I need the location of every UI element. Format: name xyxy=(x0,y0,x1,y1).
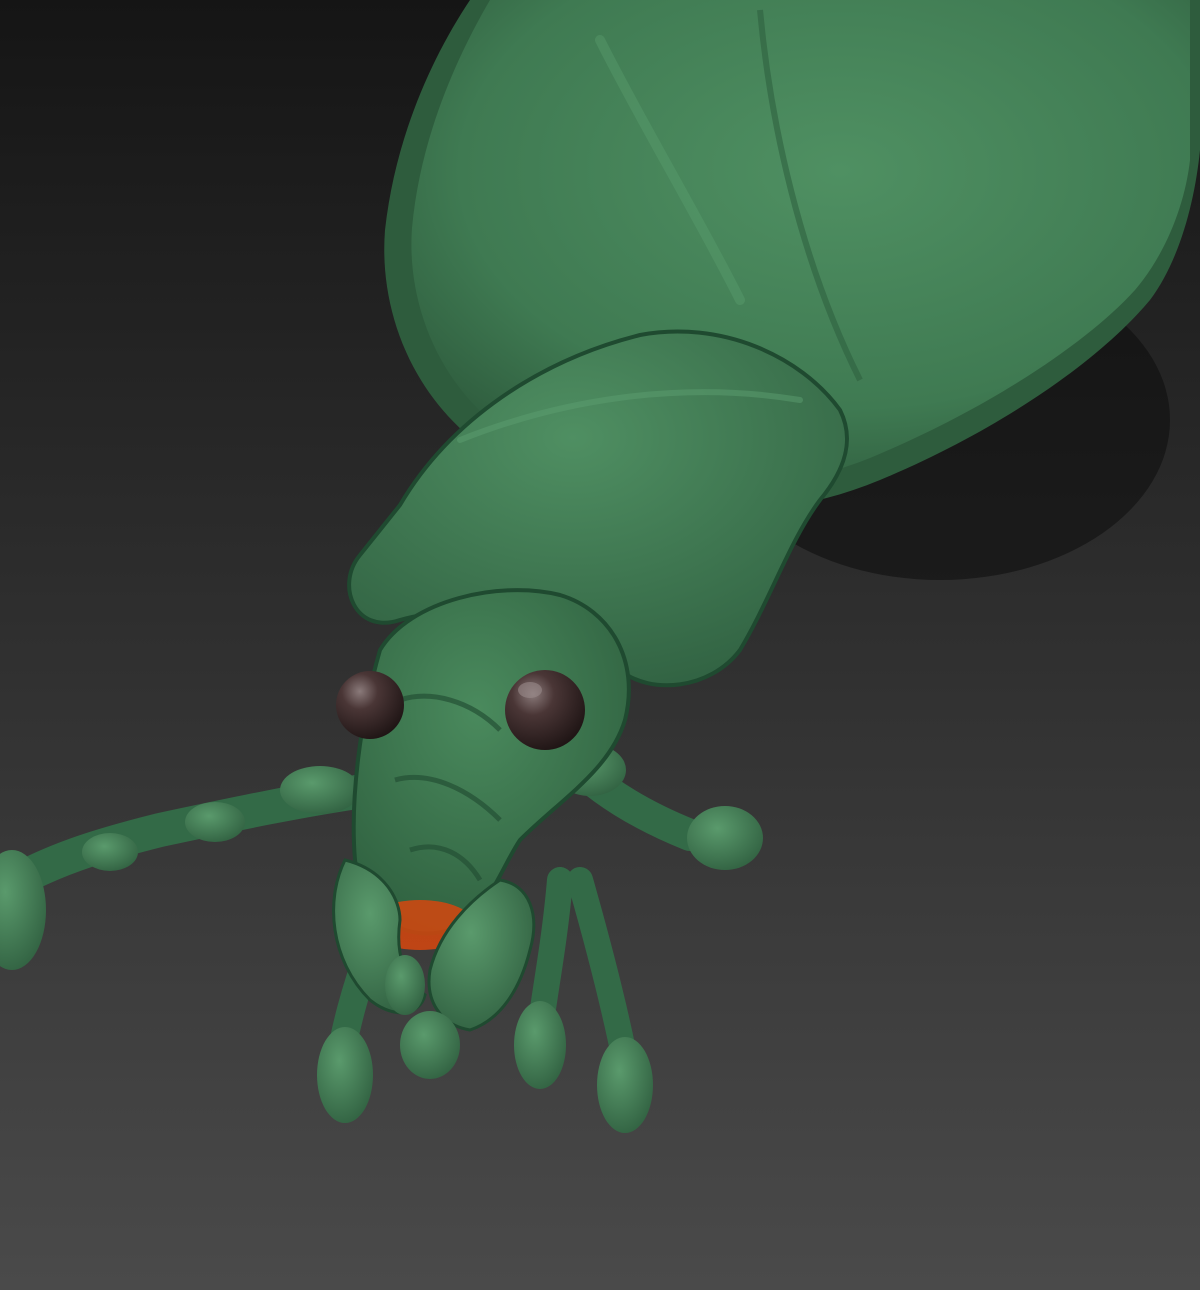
palp-left-tip xyxy=(317,1027,373,1123)
antenna-left-joint-1 xyxy=(280,766,360,814)
antenna-left-joint-3 xyxy=(82,833,138,871)
beetle-render xyxy=(0,0,1200,1290)
antenna-right-club xyxy=(687,806,763,870)
sculpt-viewport[interactable] xyxy=(0,0,1200,1290)
palp-right-tip xyxy=(597,1037,653,1133)
eye-left xyxy=(336,671,404,739)
eye-right-glint xyxy=(518,682,542,698)
antenna-left-joint-2 xyxy=(185,802,245,842)
mandible-lower xyxy=(400,1011,460,1079)
mandible-left-tooth xyxy=(385,955,425,1015)
palp-inner-tip xyxy=(514,1001,566,1089)
eye-right xyxy=(505,670,585,750)
